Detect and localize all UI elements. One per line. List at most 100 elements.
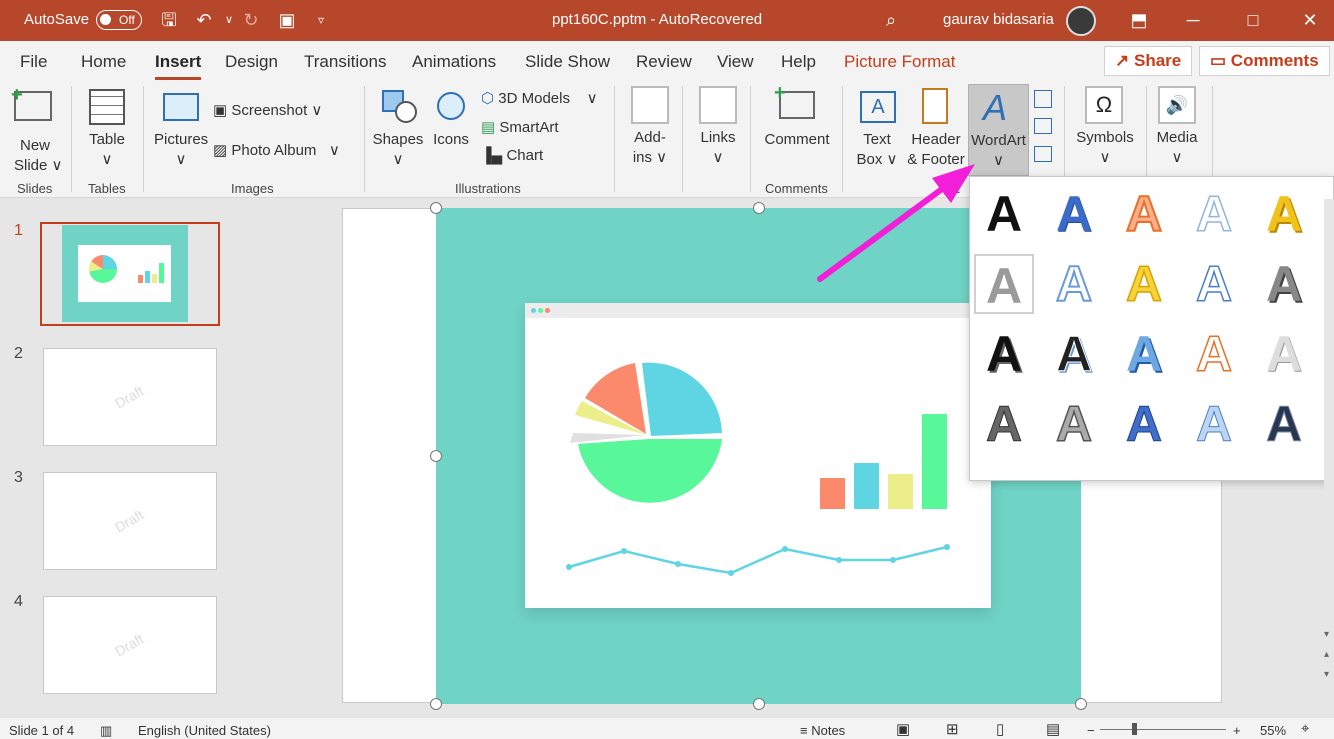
links-button[interactable]: Links ∨ <box>696 128 740 168</box>
3d-models-button[interactable]: ⬡ 3D Models ∨ <box>481 89 598 107</box>
symbols-button[interactable]: Symbols ∨ <box>1074 128 1136 168</box>
resize-handle[interactable] <box>753 698 765 710</box>
share-button[interactable]: ↗ Share <box>1104 46 1193 76</box>
wordart-style-black-shadow[interactable]: A <box>1044 324 1104 384</box>
comments-button[interactable]: ▭ Comments <box>1199 46 1330 76</box>
ribbon-display-icon[interactable]: ⬒ <box>1126 8 1152 32</box>
wordart-style-gray-pattern[interactable]: A <box>974 394 1034 454</box>
wordart-style-blue-gradient[interactable]: A <box>1044 254 1104 314</box>
text-box-button[interactable]: Text Box ∨ <box>854 130 900 170</box>
comments-label: Comments <box>1230 51 1319 70</box>
redo-icon[interactable]: ↻ <box>238 8 264 32</box>
wordart-style-orange-thin[interactable]: A <box>1184 324 1244 384</box>
previous-slide-icon[interactable]: ▴ <box>1324 649 1329 660</box>
add-ins-button[interactable]: Add-ins ∨ <box>628 128 672 168</box>
customize-toolbar-icon[interactable]: ▿ <box>308 8 334 32</box>
slide-thumbnail[interactable]: Draft <box>43 596 217 694</box>
wordart-style-black-fill[interactable]: A <box>974 184 1034 244</box>
avatar[interactable] <box>1066 6 1096 36</box>
tab-animations[interactable]: Animations <box>412 52 496 72</box>
tab-help[interactable]: Help <box>781 52 816 72</box>
minimize-icon[interactable]: ─ <box>1180 8 1206 32</box>
vertical-scrollbar[interactable]: ▾ ▴ ▾ <box>1324 199 1334 714</box>
tab-file[interactable]: File <box>20 52 47 72</box>
wordart-style-blue-pattern[interactable]: A <box>1114 394 1174 454</box>
photo-album-button[interactable]: ▨ Photo Album ∨ <box>213 141 340 159</box>
wordart-style-gray-fill[interactable]: A <box>974 254 1034 314</box>
slide-counter: Slide 1 of 4 <box>9 723 75 738</box>
resize-handle[interactable] <box>430 202 442 214</box>
save-icon[interactable]: 🖫 <box>156 8 182 32</box>
smartart-button[interactable]: ▤ SmartArt <box>481 118 559 136</box>
slide-thumbnail[interactable]: Draft <box>43 348 217 446</box>
resize-handle[interactable] <box>430 698 442 710</box>
autosave-toggle[interactable]: Off <box>96 10 142 30</box>
wordart-style-gray-pattern-2[interactable]: A <box>1044 394 1104 454</box>
reading-view-icon[interactable]: ▯ <box>996 720 1004 738</box>
present-icon[interactable]: ▣ <box>274 8 300 32</box>
comment-button[interactable]: Comment <box>762 130 832 150</box>
close-icon[interactable]: ✕ <box>1297 8 1323 32</box>
normal-view-icon[interactable]: ▣ <box>896 720 910 738</box>
slide-sorter-icon[interactable]: ⊞ <box>946 720 959 738</box>
wordart-icon: A <box>983 87 1008 128</box>
resize-handle[interactable] <box>753 202 765 214</box>
undo-icon[interactable]: ↶ <box>191 8 217 32</box>
new-slide-button[interactable]: New Slide ∨ <box>14 136 63 176</box>
wordart-label: WordArt ∨ <box>971 132 1026 169</box>
resize-handle[interactable] <box>430 450 442 462</box>
search-icon[interactable]: ⌕ <box>878 8 904 32</box>
table-button[interactable]: Table ∨ <box>84 130 130 170</box>
camera-icon: ▣ <box>213 102 228 119</box>
wordart-style-silver-fill[interactable]: A <box>1254 324 1314 384</box>
slide-number-icon[interactable] <box>1034 118 1052 134</box>
slideshow-view-icon[interactable]: ▤ <box>1046 720 1060 738</box>
scroll-up-icon[interactable]: ▾ <box>1324 629 1329 640</box>
user-name[interactable]: gaurav bidasaria <box>943 11 1054 28</box>
wordart-button[interactable]: A WordArt ∨ <box>968 84 1029 176</box>
tab-transitions[interactable]: Transitions <box>304 52 387 72</box>
media-button[interactable]: Media ∨ <box>1154 128 1200 168</box>
zoom-out-icon[interactable]: − <box>1087 723 1095 738</box>
fit-slide-icon[interactable]: ⌖ <box>1301 720 1309 737</box>
header-footer-button[interactable]: Header & Footer <box>903 130 969 170</box>
accessibility-icon[interactable]: ▥ <box>100 723 112 739</box>
wordart-style-blue-outline[interactable]: A <box>1184 254 1244 314</box>
tab-insert[interactable]: Insert <box>155 52 202 80</box>
pictures-button[interactable]: Pictures ∨ <box>154 130 208 170</box>
slide-thumbnail[interactable]: Draft <box>43 472 217 570</box>
wordart-style-dark-pattern[interactable]: A <box>1254 394 1314 454</box>
notes-button[interactable]: ≡ Notes <box>800 723 845 738</box>
title-bar: AutoSave Off 🖫 ↶ ∨ ↻ ▣ ▿ ppt160C.pptm - … <box>0 0 1334 41</box>
next-slide-icon[interactable]: ▾ <box>1324 669 1329 680</box>
tab-design[interactable]: Design <box>225 52 278 72</box>
shapes-button[interactable]: Shapes ∨ <box>372 130 424 170</box>
screenshot-button[interactable]: ▣ Screenshot ∨ <box>213 101 322 119</box>
chart-button[interactable]: ▐▄ Chart <box>481 147 543 164</box>
object-icon[interactable] <box>1034 146 1052 162</box>
resize-handle[interactable] <box>1075 698 1087 710</box>
wordart-style-orange-outline[interactable]: A <box>1114 184 1174 244</box>
language-indicator[interactable]: English (United States) <box>138 723 271 738</box>
wordart-style-light-blue-outline[interactable]: A <box>1184 184 1244 244</box>
tab-slide-show[interactable]: Slide Show <box>525 52 610 72</box>
tab-picture-format[interactable]: Picture Format <box>844 52 955 72</box>
zoom-in-icon[interactable]: + <box>1233 723 1241 738</box>
icons-button[interactable]: Icons <box>430 130 472 150</box>
zoom-level[interactable]: 55% <box>1260 723 1286 738</box>
maximize-icon[interactable]: □ <box>1240 8 1266 32</box>
tab-review[interactable]: Review <box>636 52 692 72</box>
wordart-style-blue-fill[interactable]: A <box>1044 184 1104 244</box>
wordart-style-black-bold[interactable]: A <box>974 324 1034 384</box>
tab-home[interactable]: Home <box>81 52 126 72</box>
wordart-style-gold-gradient[interactable]: A <box>1114 254 1174 314</box>
wordart-style-blue-reflect[interactable]: A <box>1114 324 1174 384</box>
wordart-style-blue-pattern-light[interactable]: A <box>1184 394 1244 454</box>
wordart-style-gold-fill[interactable]: A <box>1254 184 1314 244</box>
zoom-slider[interactable] <box>1100 729 1226 730</box>
smartart-icon: ▤ <box>481 119 496 136</box>
wordart-style-gray-gradient[interactable]: A <box>1254 254 1314 314</box>
tab-view[interactable]: View <box>717 52 754 72</box>
date-time-icon[interactable] <box>1034 90 1052 108</box>
zoom-slider-thumb[interactable] <box>1132 723 1137 735</box>
